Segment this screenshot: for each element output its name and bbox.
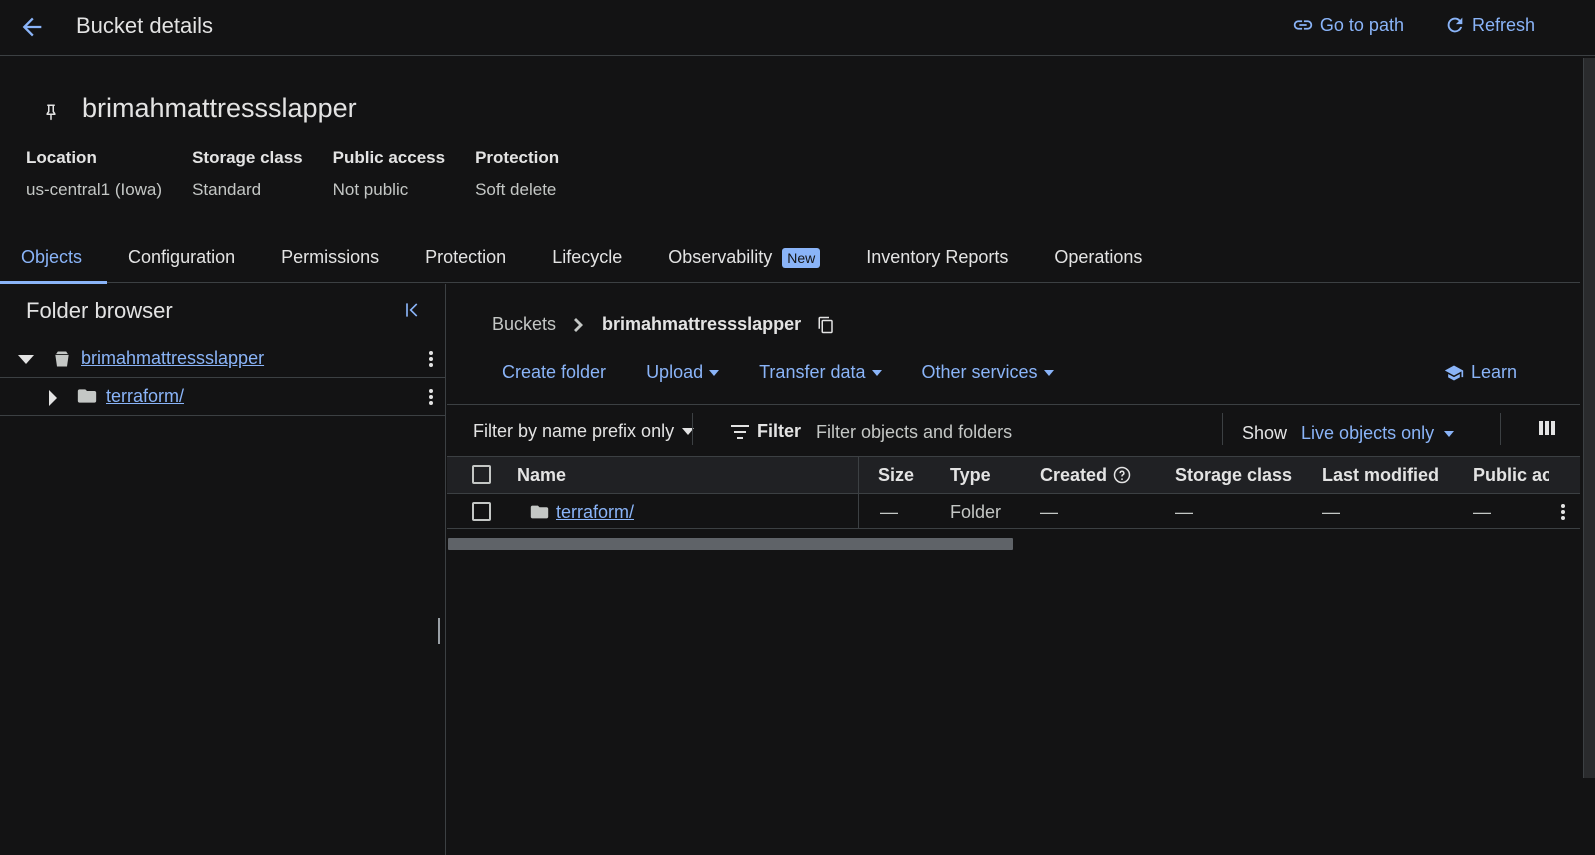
select-all-checkbox[interactable] [472, 465, 491, 484]
divider [1222, 413, 1223, 445]
column-divider [858, 494, 859, 528]
pin-icon[interactable] [42, 102, 60, 122]
arrow-drop-down-icon [1043, 369, 1054, 376]
table-row[interactable]: terraform/ — Folder — — — — [447, 493, 1580, 529]
caret-down-icon[interactable] [18, 353, 34, 365]
back-arrow-icon[interactable] [18, 13, 46, 41]
breadcrumb-buckets[interactable]: Buckets [492, 314, 556, 335]
row-last-modified: — [1322, 502, 1340, 522]
tree-item-terraform[interactable]: terraform/ [0, 378, 446, 416]
col-name[interactable]: Name [517, 465, 566, 486]
col-size[interactable]: Size [878, 465, 914, 486]
tab-configuration[interactable]: Configuration [107, 235, 260, 283]
row-name-link[interactable]: terraform/ [556, 502, 634, 523]
school-icon [1443, 363, 1465, 383]
tab-protection[interactable]: Protection [404, 235, 531, 283]
tab-objects[interactable]: Objects [0, 235, 108, 284]
new-badge: New [782, 248, 821, 268]
show-objects-dropdown[interactable]: Show Live objects only [1242, 423, 1455, 444]
filter-prefix-dropdown[interactable]: Filter by name prefix only [473, 421, 695, 442]
go-to-path-button[interactable]: Go to path [1292, 14, 1404, 36]
filter-list-icon [731, 424, 749, 439]
folder-icon [77, 387, 97, 405]
row-storage-class: — [1175, 502, 1193, 522]
folder-icon [530, 504, 549, 520]
row-more-vert-icon[interactable] [1560, 503, 1566, 521]
arrow-drop-down-icon [871, 369, 882, 376]
arrow-drop-down-icon [1444, 430, 1455, 437]
row-public-access: — [1473, 502, 1491, 522]
breadcrumb: Buckets brimahmattressslapper [492, 314, 835, 335]
folder-browser-title: Folder browser [26, 298, 173, 323]
bucket-name: brimahmattressslapper [82, 93, 357, 123]
col-public-access[interactable]: Public ac [1473, 465, 1549, 486]
more-vert-icon[interactable] [428, 388, 434, 406]
col-last-modified[interactable]: Last modified [1322, 465, 1439, 486]
upload-button[interactable]: Upload [646, 362, 720, 383]
arrow-drop-down-icon [709, 369, 720, 376]
go-to-path-label: Go to path [1319, 14, 1404, 35]
tree-bucket-link[interactable]: brimahmattressslapper [81, 348, 264, 369]
filter-input[interactable] [816, 419, 1216, 445]
tab-operations[interactable]: Operations [1033, 235, 1167, 283]
row-type: Folder [950, 502, 1002, 522]
column-display-icon[interactable] [1538, 419, 1556, 437]
more-vert-icon[interactable] [428, 350, 434, 368]
tree-terraform-link[interactable]: terraform/ [106, 386, 184, 407]
learn-button[interactable]: Learn [1443, 362, 1517, 383]
tab-permissions[interactable]: Permissions [260, 235, 404, 283]
page-scrollbar[interactable] [1583, 58, 1595, 778]
panel-resize-handle[interactable] [438, 618, 440, 644]
breadcrumb-current: brimahmattressslapper [602, 314, 802, 334]
meta-public-access: Public access Not public [332, 148, 446, 199]
table-header: Name Size Type Created Storage class Las… [447, 456, 1580, 493]
col-type[interactable]: Type [950, 465, 991, 486]
collapse-panel-icon[interactable] [402, 300, 422, 320]
refresh-label: Refresh [1471, 14, 1535, 35]
object-actions: Create folder Upload Transfer data Other… [502, 362, 1054, 383]
page-title: Bucket details [76, 13, 213, 38]
bucket-metadata: Location us-central1 (Iowa) Storage clas… [26, 148, 559, 200]
refresh-icon [1444, 14, 1466, 36]
filter-bar: Filter by name prefix only Filter Show L… [447, 404, 1580, 456]
tab-observability[interactable]: Observability New [647, 235, 845, 283]
meta-protection: Protection Soft delete [475, 148, 560, 199]
refresh-button[interactable]: Refresh [1444, 14, 1535, 36]
create-folder-button[interactable]: Create folder [502, 362, 606, 383]
folder-browser-panel: Folder browser brimahmattressslapper ter… [0, 284, 446, 855]
caret-right-icon[interactable] [48, 390, 58, 406]
bucket-icon [52, 349, 72, 369]
meta-storage-class: Storage class Standard [192, 148, 303, 199]
top-bar: Bucket details Go to path Refresh [0, 0, 1595, 56]
transfer-data-button[interactable]: Transfer data [759, 362, 882, 383]
tree-item-bucket[interactable]: brimahmattressslapper [0, 340, 446, 378]
col-created[interactable]: Created [1040, 465, 1131, 486]
filter-button[interactable]: Filter [731, 421, 801, 442]
chevron-right-icon [574, 317, 584, 332]
meta-location: Location us-central1 (Iowa) [26, 148, 163, 199]
col-storage-class[interactable]: Storage class [1175, 465, 1292, 486]
tab-lifecycle[interactable]: Lifecycle [531, 235, 647, 283]
row-created: — [1040, 502, 1058, 522]
tab-bar: Objects Configuration Permissions Protec… [0, 235, 1580, 284]
column-divider [858, 457, 859, 493]
copy-icon[interactable] [817, 315, 835, 335]
tab-inventory-reports[interactable]: Inventory Reports [845, 235, 1033, 283]
objects-table: Name Size Type Created Storage class Las… [447, 456, 1580, 529]
help-icon[interactable] [1113, 466, 1131, 484]
table-horizontal-scrollbar[interactable] [448, 538, 1013, 550]
link-icon [1292, 14, 1314, 36]
divider [1500, 413, 1501, 445]
other-services-button[interactable]: Other services [922, 362, 1054, 383]
row-size: — [880, 502, 898, 522]
row-checkbox[interactable] [472, 502, 491, 521]
divider [692, 413, 693, 445]
